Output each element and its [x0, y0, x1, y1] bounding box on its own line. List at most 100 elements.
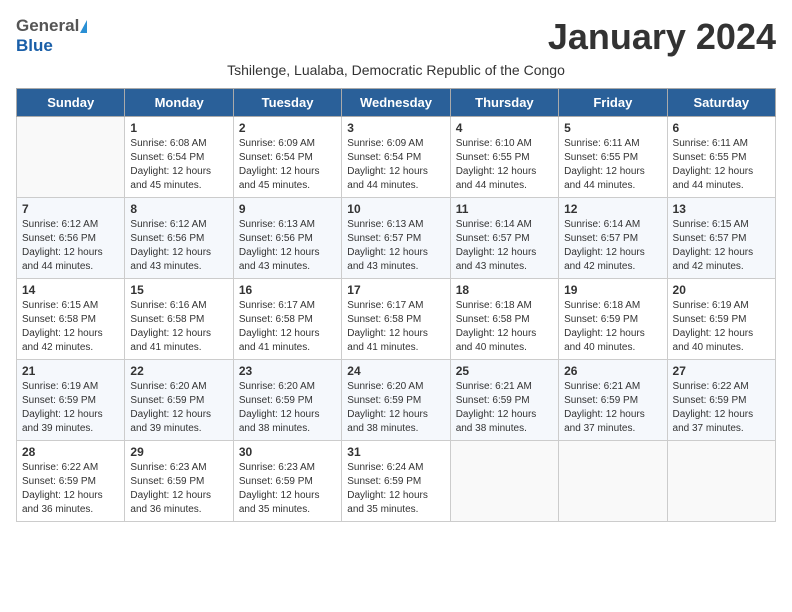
day-header-thursday: Thursday: [450, 89, 558, 117]
calendar-week-5: 28 Sunrise: 6:22 AMSunset: 6:59 PMDayligh…: [17, 441, 776, 522]
calendar-cell: 16 Sunrise: 6:17 AMSunset: 6:58 PMDayligh…: [233, 279, 341, 360]
calendar-cell: 28 Sunrise: 6:22 AMSunset: 6:59 PMDayligh…: [17, 441, 125, 522]
calendar-cell: 1 Sunrise: 6:08 AMSunset: 6:54 PMDaylight…: [125, 117, 233, 198]
day-header-friday: Friday: [559, 89, 667, 117]
cell-info: Sunrise: 6:15 AMSunset: 6:57 PMDaylight:…: [673, 218, 770, 274]
cell-info: Sunrise: 6:21 AMSunset: 6:59 PMDaylight:…: [564, 380, 661, 436]
calendar-cell: 23Sunrise: 6:20 AMSunset: 6:59 PMDayligh…: [233, 360, 341, 441]
cell-info: Sunrise: 6:19 AMSunset: 6:59 PMDaylight:…: [22, 380, 119, 436]
logo-blue: Blue: [16, 36, 53, 56]
calendar-cell: 3 Sunrise: 6:09 AMSunset: 6:54 PMDaylight…: [342, 117, 450, 198]
day-number: 15: [130, 283, 227, 297]
calendar-week-2: 7 Sunrise: 6:12 AMSunset: 6:56 PMDaylight…: [17, 198, 776, 279]
day-number: 29: [130, 445, 227, 459]
day-number: 31: [347, 445, 444, 459]
calendar-cell: 30 Sunrise: 6:23 AMSunset: 6:59 PMDayligh…: [233, 441, 341, 522]
day-number: 22: [130, 364, 227, 378]
cell-info: Sunrise: 6:15 AMSunset: 6:58 PMDaylight:…: [22, 299, 119, 355]
day-number: 24: [347, 364, 444, 378]
cell-info: Sunrise: 6:22 AMSunset: 6:59 PMDaylight:…: [673, 380, 770, 436]
cell-info: Sunrise: 6:17 AMSunset: 6:58 PMDaylight:…: [239, 299, 336, 355]
cell-info: Sunrise: 6:24 AMSunset: 6:59 PMDaylight:…: [347, 461, 444, 517]
calendar-cell: 5 Sunrise: 6:11 AMSunset: 6:55 PMDaylight…: [559, 117, 667, 198]
day-number: 20: [673, 283, 770, 297]
day-number: 6: [673, 121, 770, 135]
day-number: 12: [564, 202, 661, 216]
day-number: 8: [130, 202, 227, 216]
day-number: 23: [239, 364, 336, 378]
cell-info: Sunrise: 6:12 AMSunset: 6:56 PMDaylight:…: [130, 218, 227, 274]
calendar-cell: 20 Sunrise: 6:19 AMSunset: 6:59 PMDayligh…: [667, 279, 775, 360]
day-number: 28: [22, 445, 119, 459]
day-number: 27: [673, 364, 770, 378]
calendar-table: SundayMondayTuesdayWednesdayThursdayFrid…: [16, 88, 776, 522]
calendar-cell: 13Sunrise: 6:15 AMSunset: 6:57 PMDayligh…: [667, 198, 775, 279]
day-number: 1: [130, 121, 227, 135]
cell-info: Sunrise: 6:17 AMSunset: 6:58 PMDaylight:…: [347, 299, 444, 355]
calendar-cell: 8 Sunrise: 6:12 AMSunset: 6:56 PMDaylight…: [125, 198, 233, 279]
cell-info: Sunrise: 6:20 AMSunset: 6:59 PMDaylight:…: [347, 380, 444, 436]
logo-general: General: [16, 16, 79, 36]
calendar-week-3: 14 Sunrise: 6:15 AMSunset: 6:58 PMDayligh…: [17, 279, 776, 360]
day-number: 21: [22, 364, 119, 378]
cell-info: Sunrise: 6:23 AMSunset: 6:59 PMDaylight:…: [239, 461, 336, 517]
day-number: 10: [347, 202, 444, 216]
day-number: 30: [239, 445, 336, 459]
calendar-cell: 11Sunrise: 6:14 AMSunset: 6:57 PMDayligh…: [450, 198, 558, 279]
calendar-cell: 29Sunrise: 6:23 AMSunset: 6:59 PMDayligh…: [125, 441, 233, 522]
cell-info: Sunrise: 6:11 AMSunset: 6:55 PMDaylight:…: [564, 137, 661, 193]
calendar-week-4: 21 Sunrise: 6:19 AMSunset: 6:59 PMDayligh…: [17, 360, 776, 441]
calendar-cell: 21 Sunrise: 6:19 AMSunset: 6:59 PMDayligh…: [17, 360, 125, 441]
cell-info: Sunrise: 6:09 AMSunset: 6:54 PMDaylight:…: [347, 137, 444, 193]
cell-info: Sunrise: 6:21 AMSunset: 6:59 PMDaylight:…: [456, 380, 553, 436]
day-number: 16: [239, 283, 336, 297]
day-number: 26: [564, 364, 661, 378]
cell-info: Sunrise: 6:18 AMSunset: 6:58 PMDaylight:…: [456, 299, 553, 355]
cell-info: Sunrise: 6:22 AMSunset: 6:59 PMDaylight:…: [22, 461, 119, 517]
cell-info: Sunrise: 6:10 AMSunset: 6:55 PMDaylight:…: [456, 137, 553, 193]
calendar-cell: [17, 117, 125, 198]
calendar-cell: 6 Sunrise: 6:11 AMSunset: 6:55 PMDaylight…: [667, 117, 775, 198]
logo: General Blue: [16, 16, 87, 56]
calendar-cell: [559, 441, 667, 522]
day-number: 5: [564, 121, 661, 135]
day-number: 25: [456, 364, 553, 378]
calendar-cell: 2 Sunrise: 6:09 AMSunset: 6:54 PMDaylight…: [233, 117, 341, 198]
calendar-cell: 15 Sunrise: 6:16 AMSunset: 6:58 PMDayligh…: [125, 279, 233, 360]
day-number: 3: [347, 121, 444, 135]
calendar-cell: 26 Sunrise: 6:21 AMSunset: 6:59 PMDayligh…: [559, 360, 667, 441]
calendar-cell: 22 Sunrise: 6:20 AMSunset: 6:59 PMDayligh…: [125, 360, 233, 441]
day-header-saturday: Saturday: [667, 89, 775, 117]
cell-info: Sunrise: 6:09 AMSunset: 6:54 PMDaylight:…: [239, 137, 336, 193]
cell-info: Sunrise: 6:20 AMSunset: 6:59 PMDaylight:…: [130, 380, 227, 436]
cell-info: Sunrise: 6:19 AMSunset: 6:59 PMDaylight:…: [673, 299, 770, 355]
calendar-cell: [450, 441, 558, 522]
day-header-monday: Monday: [125, 89, 233, 117]
day-number: 2: [239, 121, 336, 135]
calendar-cell: 7Sunrise: 6:12 AMSunset: 6:56 PMDaylight…: [17, 198, 125, 279]
calendar-cell: 25 Sunrise: 6:21 AMSunset: 6:59 PMDayligh…: [450, 360, 558, 441]
calendar-cell: 10Sunrise: 6:13 AMSunset: 6:57 PMDayligh…: [342, 198, 450, 279]
calendar-cell: 4 Sunrise: 6:10 AMSunset: 6:55 PMDaylight…: [450, 117, 558, 198]
day-number: 7: [22, 202, 119, 216]
calendar-cell: 31 Sunrise: 6:24 AMSunset: 6:59 PMDayligh…: [342, 441, 450, 522]
days-header-row: SundayMondayTuesdayWednesdayThursdayFrid…: [17, 89, 776, 117]
calendar-week-1: 1 Sunrise: 6:08 AMSunset: 6:54 PMDaylight…: [17, 117, 776, 198]
page-header: General Blue January 2024: [16, 16, 776, 58]
cell-info: Sunrise: 6:16 AMSunset: 6:58 PMDaylight:…: [130, 299, 227, 355]
month-title: January 2024: [548, 16, 776, 58]
cell-info: Sunrise: 6:08 AMSunset: 6:54 PMDaylight:…: [130, 137, 227, 193]
cell-info: Sunrise: 6:18 AMSunset: 6:59 PMDaylight:…: [564, 299, 661, 355]
day-header-sunday: Sunday: [17, 89, 125, 117]
calendar-cell: 27 Sunrise: 6:22 AMSunset: 6:59 PMDayligh…: [667, 360, 775, 441]
day-number: 14: [22, 283, 119, 297]
day-header-tuesday: Tuesday: [233, 89, 341, 117]
cell-info: Sunrise: 6:14 AMSunset: 6:57 PMDaylight:…: [456, 218, 553, 274]
calendar-cell: 12Sunrise: 6:14 AMSunset: 6:57 PMDayligh…: [559, 198, 667, 279]
day-number: 4: [456, 121, 553, 135]
calendar-cell: 9Sunrise: 6:13 AMSunset: 6:56 PMDaylight…: [233, 198, 341, 279]
day-number: 19: [564, 283, 661, 297]
logo-triangle-icon: [80, 20, 87, 33]
day-number: 18: [456, 283, 553, 297]
cell-info: Sunrise: 6:11 AMSunset: 6:55 PMDaylight:…: [673, 137, 770, 193]
